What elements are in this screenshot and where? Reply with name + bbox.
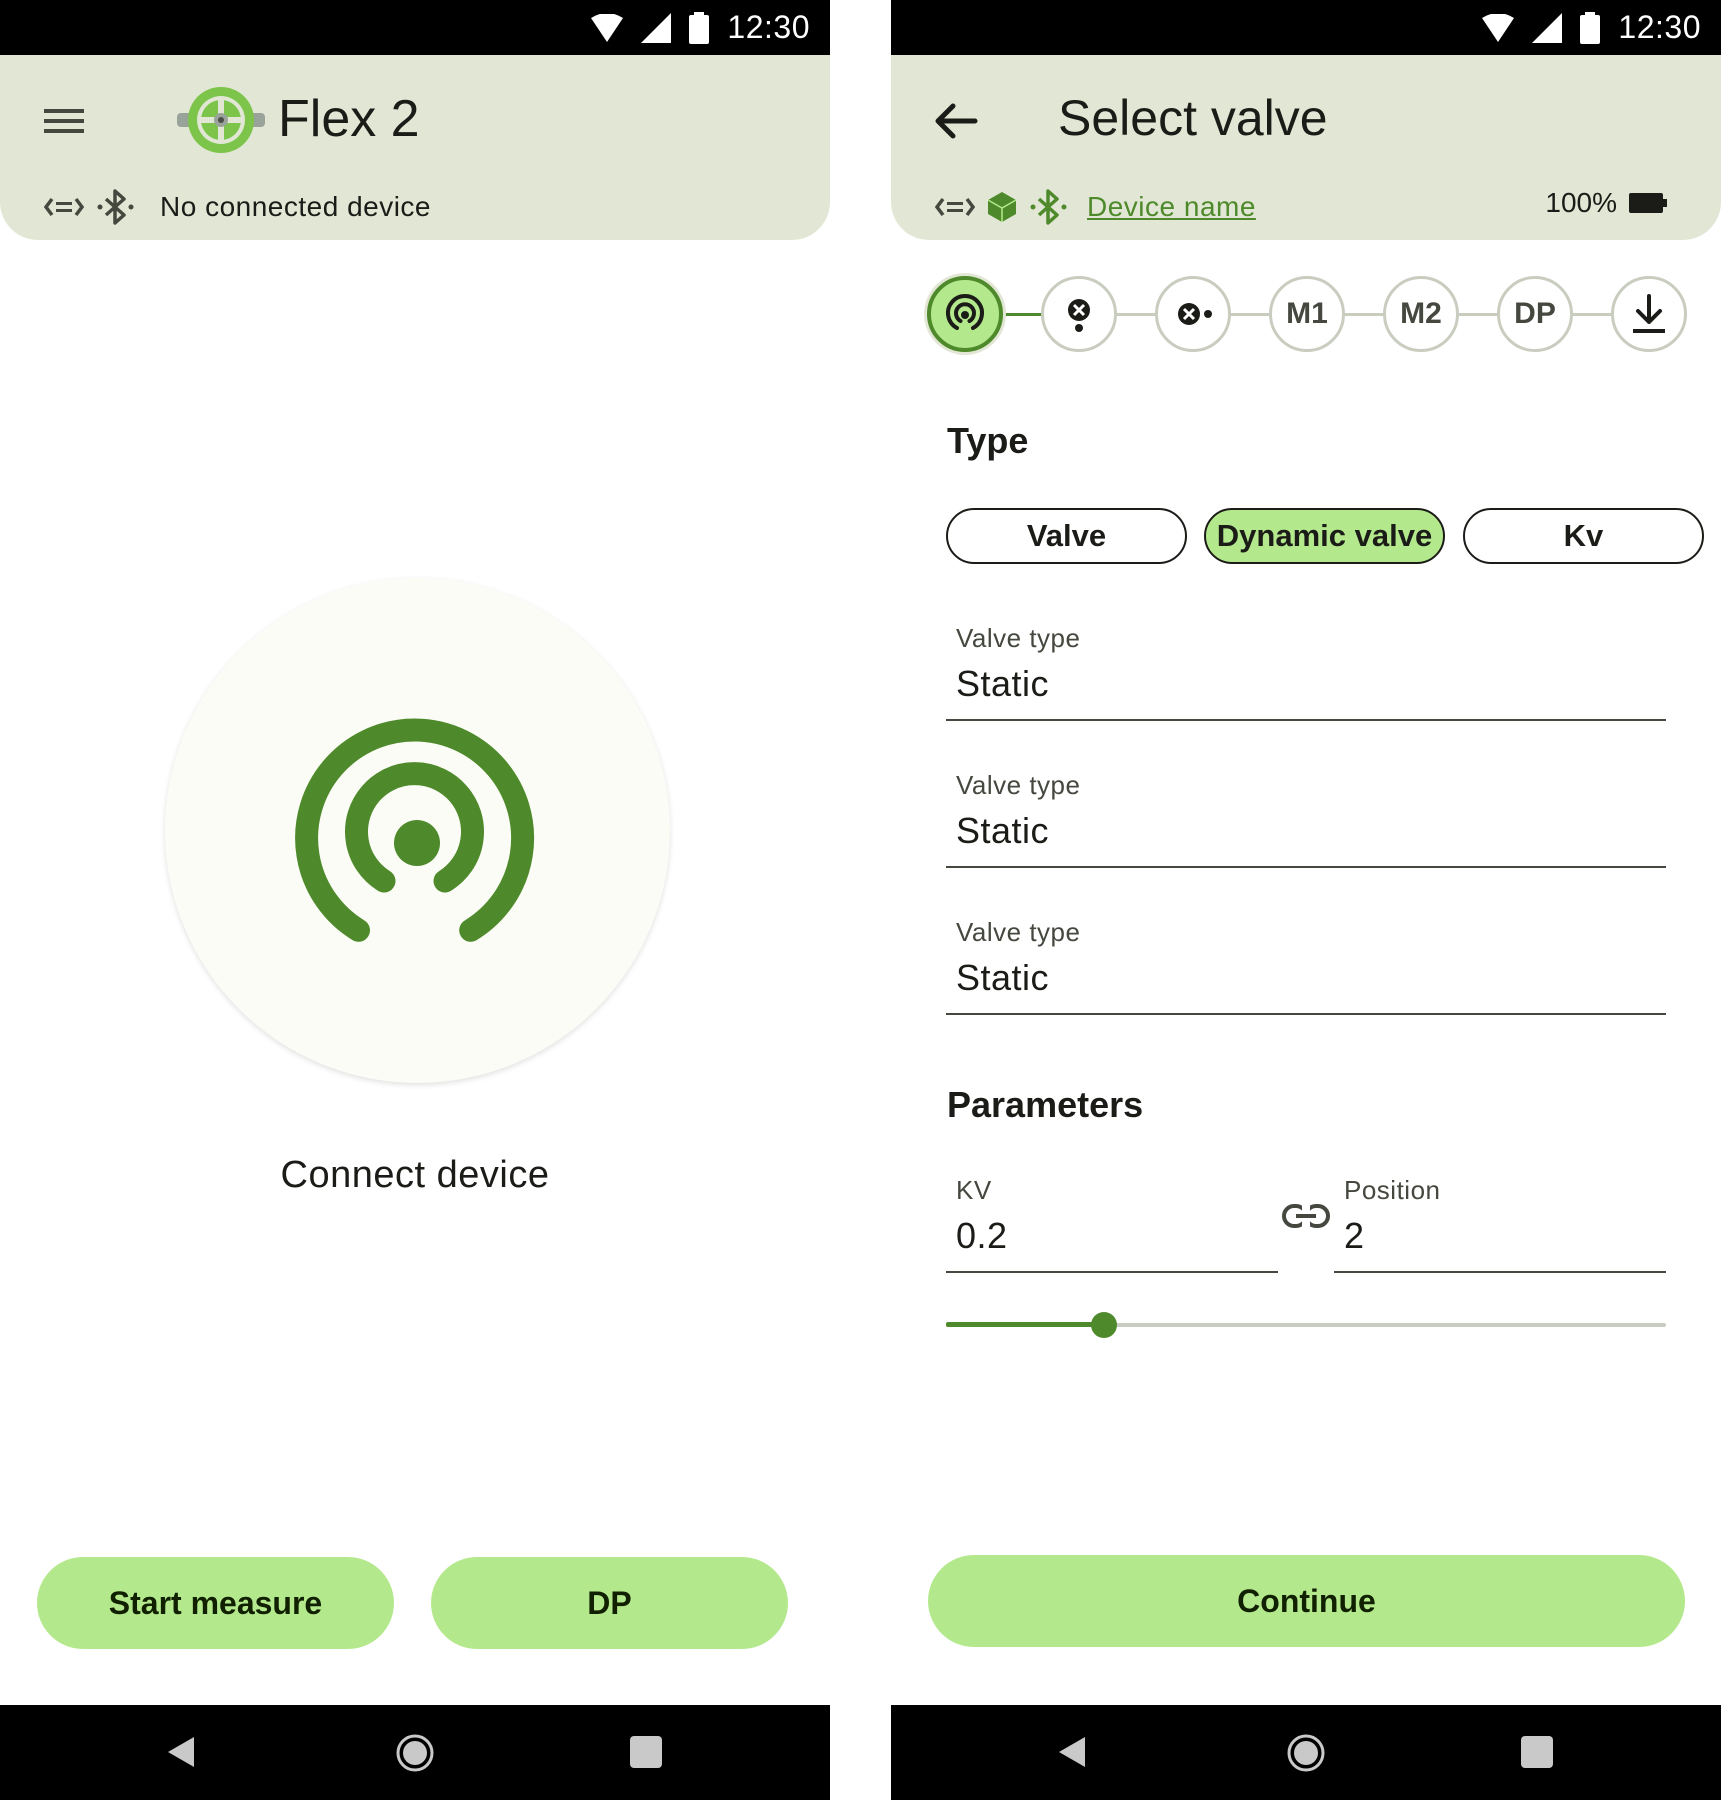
nav-recents-icon[interactable] (630, 1736, 662, 1768)
system-nav-bar (891, 1705, 1721, 1800)
device-name-link[interactable]: Device name (1087, 191, 1256, 223)
connection-status-row: Device name (935, 187, 1256, 227)
nav-recents-icon[interactable] (1521, 1736, 1553, 1768)
valve-point-icon (1178, 303, 1212, 325)
step-valve-close[interactable] (1041, 276, 1117, 352)
step-dp[interactable]: DP (1497, 276, 1573, 352)
connection-status-row: No connected device (44, 187, 431, 227)
slider-thumb[interactable] (1091, 1312, 1118, 1338)
top-app-bar: Flex 2 No connected device (0, 55, 830, 240)
field-label: Valve type (956, 623, 1081, 653)
position-label: Position (1344, 1175, 1441, 1205)
step-m2[interactable]: M2 (1383, 276, 1459, 352)
download-icon (1633, 294, 1665, 333)
field-value: Static (956, 957, 1050, 998)
type-section-title: Type (947, 420, 1029, 461)
nav-home-icon[interactable] (1286, 1733, 1326, 1773)
step-valve-point[interactable] (1155, 276, 1231, 352)
top-app-bar: Select valve Device name 100% (891, 55, 1721, 240)
continue-button[interactable]: Continue (928, 1555, 1685, 1647)
battery-icon (689, 11, 710, 44)
step-m1[interactable]: M1 (1269, 276, 1345, 352)
connection-status-text: No connected device (160, 191, 432, 222)
valve-close-icon (1068, 299, 1090, 332)
menu-icon[interactable] (40, 103, 88, 139)
kv-value: 0.2 (956, 1215, 1008, 1256)
position-slider[interactable] (946, 1310, 1666, 1340)
position-input[interactable]: Position 2 (1334, 1172, 1666, 1273)
slider-active-track (946, 1322, 1105, 1327)
valve-logo-icon (177, 87, 265, 153)
signal-icon (1532, 12, 1563, 43)
connect-device-button[interactable] (165, 578, 670, 1083)
type-option-dynamic-valve[interactable]: Dynamic valve (1204, 508, 1445, 564)
field-label: Valve type (956, 917, 1081, 947)
step-sensor[interactable] (927, 276, 1003, 352)
status-time: 12:30 (727, 9, 810, 45)
type-option-valve[interactable]: Valve (946, 508, 1187, 564)
stepper-line-active (997, 313, 1042, 316)
valve-type-field[interactable]: Valve type Static (946, 620, 1666, 721)
dp-button[interactable]: DP (431, 1557, 788, 1649)
kv-label: KV (956, 1175, 992, 1205)
connection-arrows-icon (44, 197, 84, 217)
valve-type-field[interactable]: Valve type Static (946, 914, 1666, 1015)
link-icon[interactable] (1281, 1202, 1331, 1230)
select-valve-screen: 12:30 Select valve Device name 100% M1 M… (891, 0, 1721, 1800)
connection-arrows-icon (935, 197, 975, 217)
parameters-section-title: Parameters (947, 1084, 1144, 1125)
screen-title: Select valve (1058, 90, 1328, 146)
signal-icon (641, 12, 672, 43)
battery-full-icon (1629, 193, 1667, 213)
field-value: Static (956, 663, 1050, 704)
device-cube-icon (987, 192, 1017, 222)
sensor-icon (295, 718, 535, 942)
connect-device-label: Connect device (280, 1154, 550, 1196)
wifi-icon (1482, 13, 1515, 42)
position-value: 2 (1344, 1215, 1365, 1256)
battery-percent: 100% (1545, 187, 1617, 218)
status-bar: 12:30 (0, 0, 830, 55)
home-screen: 12:30 Flex 2 No connected device Connect… (0, 0, 830, 1800)
bluetooth-icon (97, 189, 134, 225)
battery-indicator: 100% (1545, 187, 1667, 219)
status-time: 12:30 (1618, 9, 1701, 45)
bluetooth-connected-icon (1030, 189, 1067, 225)
app-title: Flex 2 (278, 90, 420, 148)
field-label: Valve type (956, 770, 1081, 800)
kv-input[interactable]: KV 0.2 (946, 1172, 1278, 1273)
type-option-kv[interactable]: Kv (1463, 508, 1704, 564)
nav-home-icon[interactable] (395, 1733, 435, 1773)
field-value: Static (956, 810, 1050, 851)
step-download[interactable] (1611, 276, 1687, 352)
start-measure-button[interactable]: Start measure (37, 1557, 394, 1649)
back-arrow-icon[interactable] (933, 98, 979, 144)
valve-type-field[interactable]: Valve type Static (946, 767, 1666, 868)
system-nav-bar (0, 1705, 830, 1800)
wifi-icon (591, 13, 624, 42)
sensor-icon (946, 294, 984, 330)
nav-back-icon[interactable] (1057, 1735, 1087, 1769)
status-bar: 12:30 (891, 0, 1721, 55)
battery-icon (1580, 11, 1601, 44)
nav-back-icon[interactable] (166, 1735, 196, 1769)
progress-stepper: M1 M2 DP (927, 276, 1687, 352)
